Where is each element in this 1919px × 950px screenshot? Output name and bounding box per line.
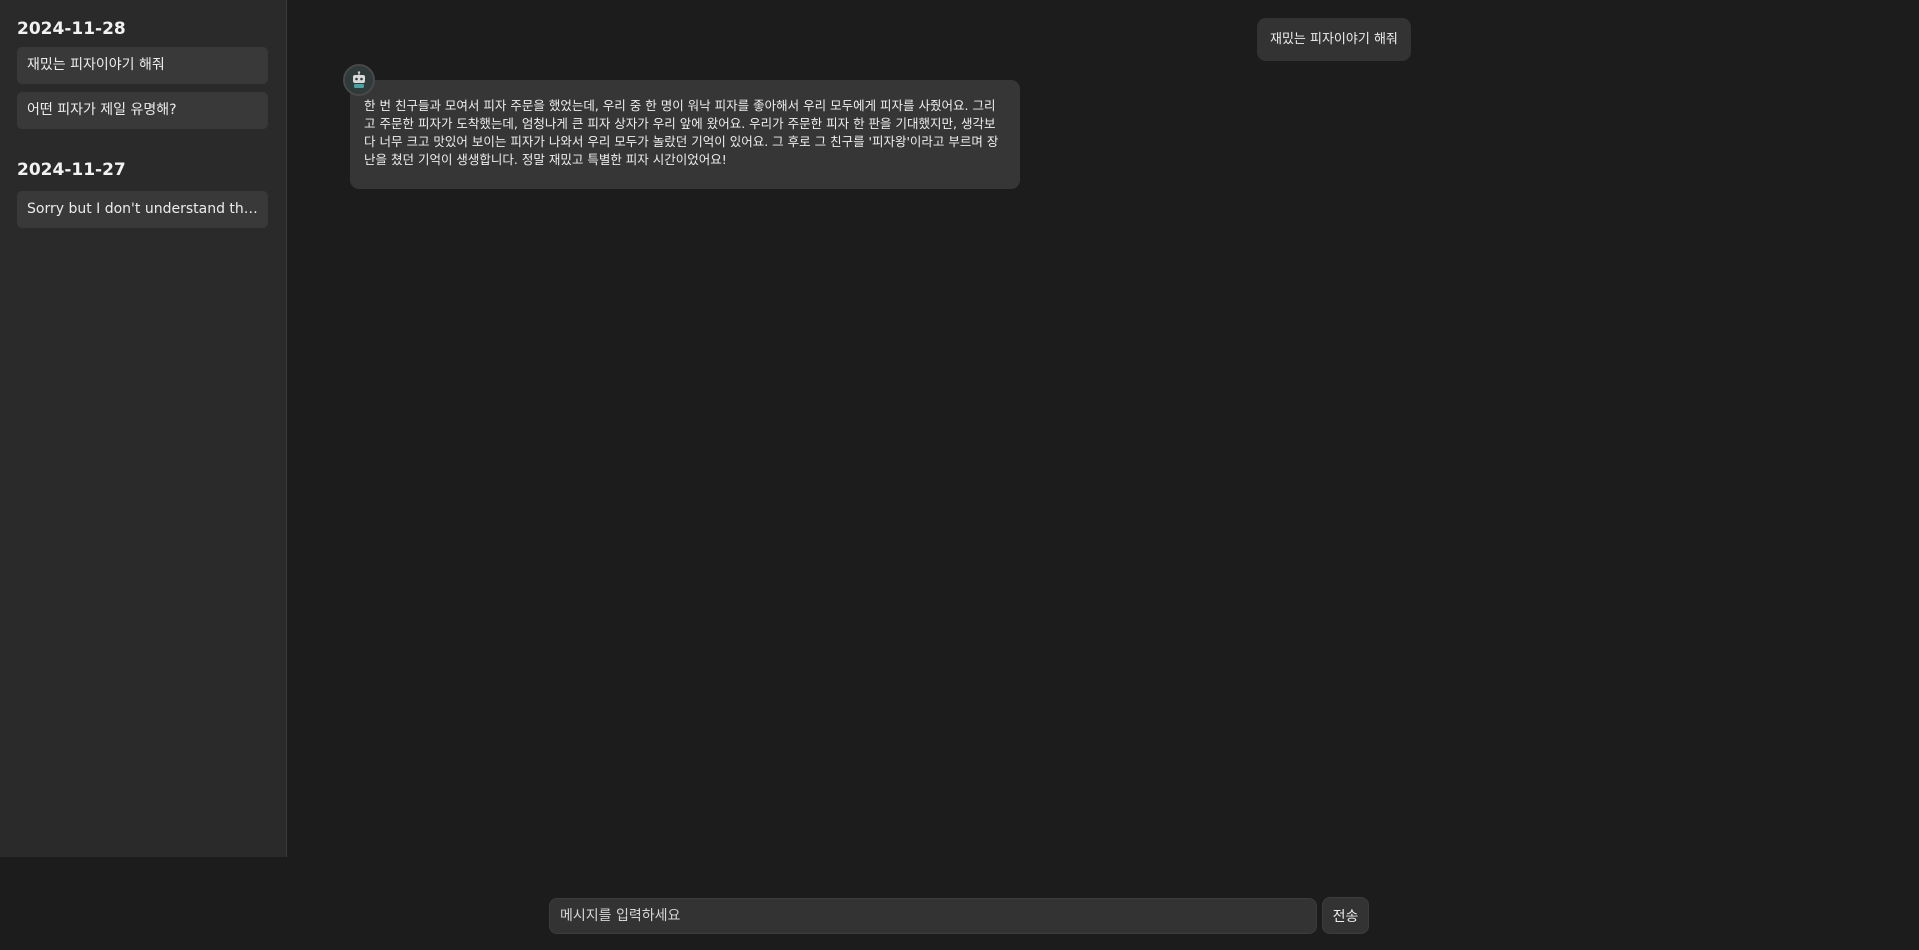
history-date-heading: 2024-11-28 bbox=[17, 19, 126, 39]
history-item-sorry[interactable]: Sorry but I don't understand the … bbox=[17, 191, 268, 228]
history-group-2024-11-28: 2024-11-28 재밌는 피자이야기 해줘 어떤 피자가 제일 유명해? bbox=[17, 18, 269, 129]
history-date-heading: 2024-11-27 bbox=[17, 160, 126, 180]
history-item-pizza-story[interactable]: 재밌는 피자이야기 해줘 bbox=[17, 47, 268, 84]
user-message-bubble: 재밌는 피자이야기 해줘 bbox=[1257, 18, 1411, 61]
bot-message-bubble: 한 번 친구들과 모여서 피자 주문을 했었는데, 우리 중 한 명이 워낙 피… bbox=[350, 80, 1020, 189]
message-input[interactable] bbox=[549, 898, 1317, 934]
history-item-famous-pizza[interactable]: 어떤 피자가 제일 유명해? bbox=[17, 92, 268, 129]
send-button[interactable]: 전송 bbox=[1322, 897, 1369, 934]
history-group-2024-11-27: 2024-11-27 Sorry but I don't understand … bbox=[17, 159, 269, 228]
robot-icon bbox=[343, 64, 375, 96]
chat-history-sidebar: 2024-11-28 재밌는 피자이야기 해줘 어떤 피자가 제일 유명해? 2… bbox=[0, 0, 287, 857]
